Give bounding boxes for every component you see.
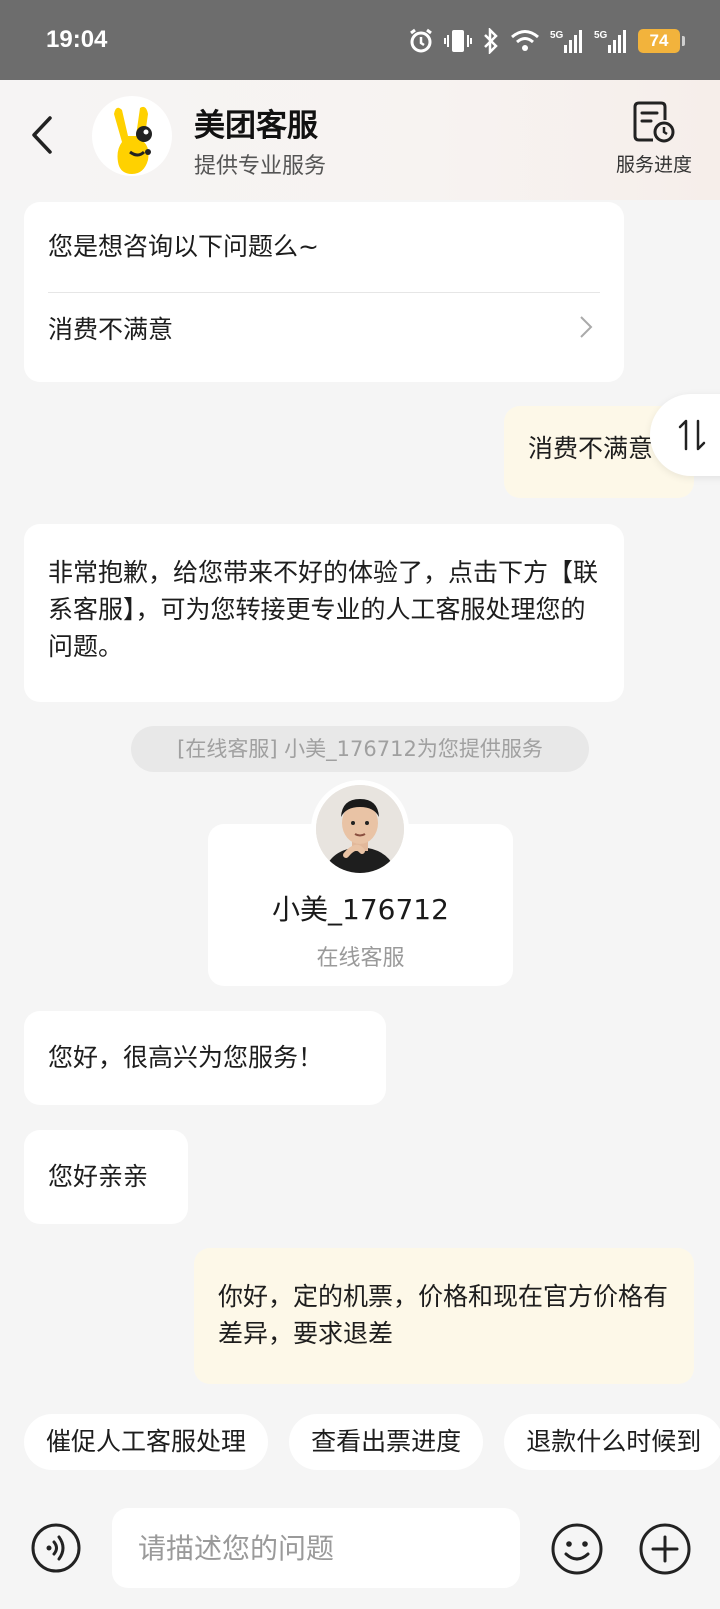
kangaroo-mascot-icon xyxy=(114,106,152,174)
document-clock-icon xyxy=(633,101,675,143)
system-notice: [在线客服] 小美_176712为您提供服务 xyxy=(131,726,589,772)
service-progress-label: 服务进度 xyxy=(615,154,692,176)
quick-reply-bar: 催促人工客服处理 查看出票进度 退款什么时候到 xyxy=(24,1414,720,1470)
agent-photo-icon xyxy=(316,785,404,873)
agent-message: 您好亲亲 xyxy=(24,1130,188,1224)
service-progress-button[interactable]: 服务进度 xyxy=(604,100,704,180)
voice-input-button[interactable] xyxy=(30,1522,82,1574)
chevron-left-icon xyxy=(32,116,52,154)
user-message: 你好，定的机票，价格和现在官方价格有差异，要求退差 xyxy=(194,1248,694,1384)
status-time: 19:04 xyxy=(46,26,108,53)
bot-message: 非常抱歉，给您带来不好的体验了，点击下方【联系客服】，可为您转接更专业的人工客服… xyxy=(24,524,624,702)
alarm-icon xyxy=(410,28,432,53)
emoji-icon xyxy=(551,1523,603,1575)
service-title: 美团客服 xyxy=(194,108,318,144)
user-message-text: 你好，定的机票，价格和现在官方价格有差异，要求退差 xyxy=(218,1282,669,1348)
signal-5g-icon: 5G xyxy=(550,30,582,53)
status-icons: 5G 5G 74 xyxy=(408,26,685,56)
user-message-text: 消费不满意 xyxy=(528,434,654,463)
divider xyxy=(48,292,600,293)
quick-reply-chip[interactable]: 查看出票进度 xyxy=(289,1414,484,1470)
service-subtitle: 提供专业服务 xyxy=(194,154,327,179)
wifi-icon xyxy=(511,30,539,51)
agent-message: 您好，很高兴为您服务！ xyxy=(24,1011,386,1105)
plus-icon xyxy=(639,1523,691,1575)
input-bar xyxy=(0,1500,720,1609)
message-input-box[interactable] xyxy=(112,1508,520,1588)
bluetooth-icon xyxy=(484,28,498,54)
battery-indicator: 74 xyxy=(638,29,685,53)
question-card-title: 您是想咨询以下问题么~ xyxy=(48,232,319,261)
service-avatar[interactable] xyxy=(92,96,172,176)
emoji-button[interactable] xyxy=(550,1522,604,1576)
agent-role: 在线客服 xyxy=(316,946,405,971)
quick-reply-chip[interactable]: 催促人工客服处理 xyxy=(24,1414,269,1470)
chevron-right-icon[interactable] xyxy=(578,314,594,340)
agent-name: 小美_176712 xyxy=(272,893,449,926)
agent-avatar[interactable] xyxy=(311,780,409,878)
agent-message-text: 您好亲亲 xyxy=(48,1162,149,1191)
more-button[interactable] xyxy=(638,1522,692,1576)
vibrate-icon xyxy=(444,30,472,52)
question-option[interactable]: 消费不满意 xyxy=(48,311,173,348)
question-card: 您是想咨询以下问题么~ 消费不满意 xyxy=(24,202,624,382)
signal-5g-icon: 5G xyxy=(594,30,626,53)
svg-text:5G: 5G xyxy=(550,30,564,41)
message-input[interactable] xyxy=(112,1508,520,1588)
bot-message-text: 非常抱歉，给您带来不好的体验了，点击下方【联系客服】，可为您转接更专业的人工客服… xyxy=(48,558,599,661)
back-button[interactable] xyxy=(24,110,64,160)
quick-reply-chip[interactable]: 退款什么时候到 xyxy=(504,1414,720,1470)
svg-text:5G: 5G xyxy=(594,30,608,41)
status-bar: 19:04 5G 5G 74 xyxy=(0,0,720,80)
chat-header: 美团客服 提供专业服务 服务进度 xyxy=(0,80,720,200)
voice-icon xyxy=(31,1523,81,1573)
swap-arrows-icon xyxy=(678,419,706,451)
agent-message-text: 您好，很高兴为您服务！ xyxy=(48,1043,324,1072)
